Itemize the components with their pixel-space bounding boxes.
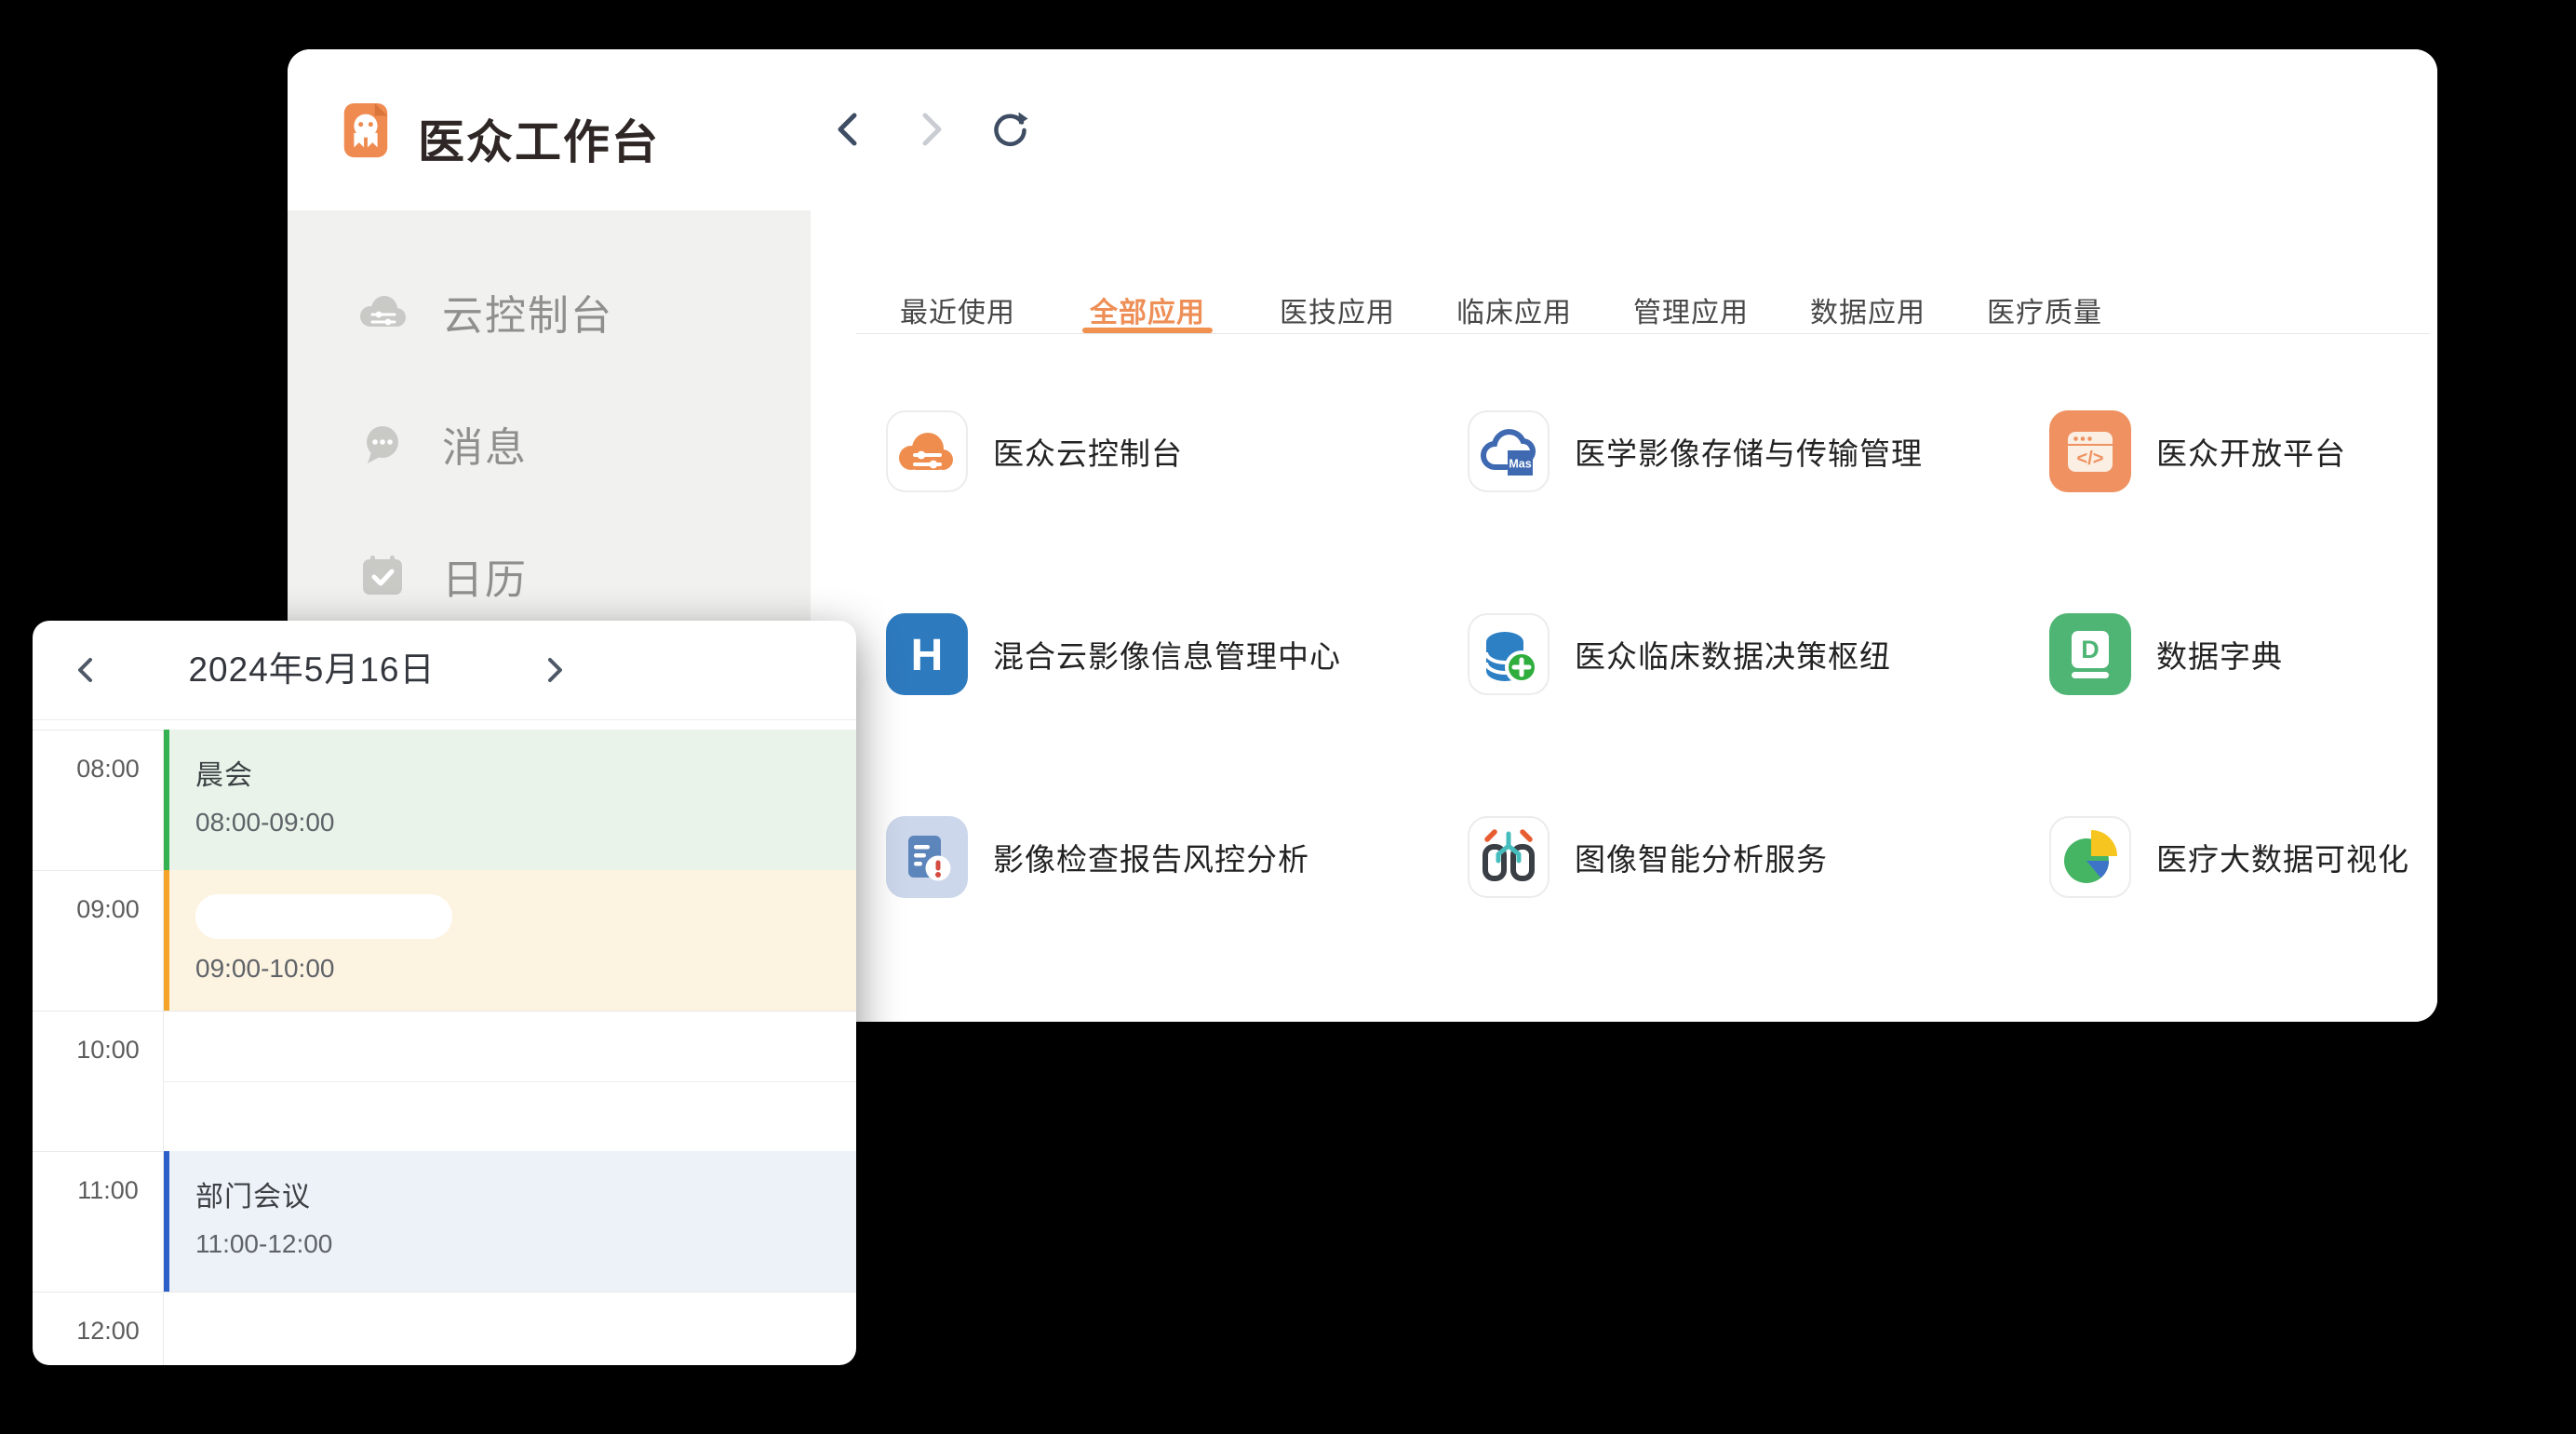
chevron-left-icon <box>828 108 871 151</box>
calendar-event[interactable]: 部门会议 11:00-12:00 <box>164 1151 856 1292</box>
back-button[interactable] <box>825 105 874 154</box>
hour-gridline <box>33 1292 856 1293</box>
report-warning-icon <box>886 816 968 898</box>
half-hour-gridline <box>164 1081 856 1082</box>
code-window-icon: </> <box>2049 410 2131 492</box>
sidebar-item-label: 消息 <box>442 414 528 474</box>
app-item-open-platform[interactable]: </> 医众开放平台 <box>2049 410 2437 492</box>
calendar-panel: 2024年5月16日 08:0009:0010:0011:0012:00晨会08… <box>33 621 856 1365</box>
sidebar-item-label: 云控制台 <box>442 282 613 342</box>
svg-text:Mas: Mas <box>1509 458 1531 471</box>
app-label: 混合云影像信息管理中心 <box>993 632 1341 677</box>
svg-text:H: H <box>911 631 944 680</box>
calendar-body: 08:00 09:00 10:00 11:00 12:00 晨会 08:00-09:00 09… <box>33 720 856 1365</box>
app-label: 数据字典 <box>2156 632 2283 677</box>
open-platform-icon: </> <box>2049 410 2131 492</box>
chevron-right-icon <box>537 653 570 687</box>
event-time: 11:00-12:00 <box>195 1229 856 1259</box>
app-label: 医学影像存储与传输管理 <box>1575 429 1923 474</box>
calendar-header: 2024年5月16日 <box>33 621 856 720</box>
refresh-button[interactable] <box>986 105 1034 154</box>
calendar-event[interactable]: 09:00-10:00 <box>164 870 856 1011</box>
tab-divider <box>856 333 2429 334</box>
event-time: 09:00-10:00 <box>195 954 856 984</box>
cloud-settings-icon <box>356 290 409 333</box>
event-time: 08:00-09:00 <box>195 808 856 838</box>
time-label: 12:00 <box>57 1317 159 1346</box>
event-title-redacted <box>195 894 452 939</box>
app-label: 图像智能分析服务 <box>1575 835 1828 879</box>
refresh-icon <box>987 107 1032 152</box>
clinical-data-hub-icon <box>1468 613 1550 695</box>
content-area: 最近使用全部应用医技应用临床应用管理应用数据应用医疗质量 医众云控制台 Mas … <box>811 210 2437 1022</box>
data-dictionary-icon: D <box>2049 613 2131 695</box>
calendar-event[interactable]: 晨会 08:00-09:00 <box>164 730 856 870</box>
app-label: 影像检查报告风控分析 <box>993 835 1309 879</box>
hour-gridline <box>33 1011 856 1012</box>
report-risk-icon <box>886 816 968 898</box>
svg-text:</>: </> <box>2077 449 2104 469</box>
mascot-logo-icon <box>337 101 395 159</box>
app-item-cloud-console[interactable]: 医众云控制台 <box>886 410 1468 492</box>
app-item-data-dictionary[interactable]: D 数据字典 <box>2049 613 2437 695</box>
cloud-settings-icon <box>356 286 409 338</box>
app-label: 医众开放平台 <box>2156 429 2346 474</box>
app-label: 医众临床数据决策枢纽 <box>1575 632 1891 677</box>
app-item-image-storage[interactable]: Mas 医学影像存储与传输管理 <box>1468 410 2049 492</box>
app-item-report-risk[interactable]: 影像检查报告风控分析 <box>886 816 1468 898</box>
bigdata-viz-icon <box>2049 816 2131 898</box>
app-grid: 医众云控制台 Mas 医学影像存储与传输管理 </> 医众开放平台 H 混合云影… <box>886 410 2437 898</box>
lungs-scan-icon <box>1468 816 1550 898</box>
calendar-prev-button[interactable] <box>68 651 105 689</box>
app-item-hybrid-cloud[interactable]: H 混合云影像信息管理中心 <box>886 613 1468 695</box>
forward-button[interactable] <box>906 105 954 154</box>
letter-square-icon: H <box>886 613 968 695</box>
app-label: 医疗大数据可视化 <box>2156 835 2409 879</box>
image-ai-analysis-icon <box>1468 816 1550 898</box>
app-label: 医众云控制台 <box>993 429 1183 474</box>
time-label: 10:00 <box>57 1036 159 1065</box>
database-plus-icon <box>1468 613 1550 695</box>
app-item-clinical-hub[interactable]: 医众临床数据决策枢纽 <box>1468 613 2049 695</box>
calendar-check-icon <box>358 554 407 598</box>
app-item-bigdata-viz[interactable]: 医疗大数据可视化 <box>2049 816 2437 898</box>
sidebar-item-cloud-console[interactable]: 云控制台 <box>288 246 811 378</box>
sidebar-item-label: 日历 <box>442 546 528 606</box>
chat-bubble-icon <box>358 421 407 467</box>
medical-image-storage-icon: Mas <box>1468 410 1550 492</box>
orange-cloud-sliders-icon <box>886 410 968 492</box>
sidebar-item-messages[interactable]: 消息 <box>288 378 811 510</box>
chat-bubble-icon <box>356 418 409 470</box>
calendar-next-button[interactable] <box>535 651 572 689</box>
calendar-check-icon <box>356 550 409 602</box>
svg-text:D: D <box>2081 636 2100 663</box>
app-title: 医众工作台 <box>418 105 660 172</box>
hybrid-cloud-center-icon: H <box>886 613 968 695</box>
nav-buttons <box>825 105 1034 154</box>
event-title: 晨会 <box>195 752 856 793</box>
chevron-right-icon <box>908 108 951 151</box>
app-logo <box>337 101 395 159</box>
pie-chart-icon <box>2049 816 2131 898</box>
time-label: 08:00 <box>57 755 159 784</box>
calendar-date-title: 2024年5月16日 <box>172 621 451 719</box>
title-bar: 医众工作台 <box>288 49 2437 210</box>
chevron-left-icon <box>70 653 103 687</box>
blue-cloud-mas-icon: Mas <box>1468 410 1550 492</box>
app-item-image-ai[interactable]: 图像智能分析服务 <box>1468 816 2049 898</box>
event-title: 部门会议 <box>195 1173 856 1214</box>
dictionary-book-icon: D <box>2049 613 2131 695</box>
time-label: 09:00 <box>57 895 159 924</box>
cloud-console-icon <box>886 410 968 492</box>
time-label: 11:00 <box>57 1176 159 1205</box>
